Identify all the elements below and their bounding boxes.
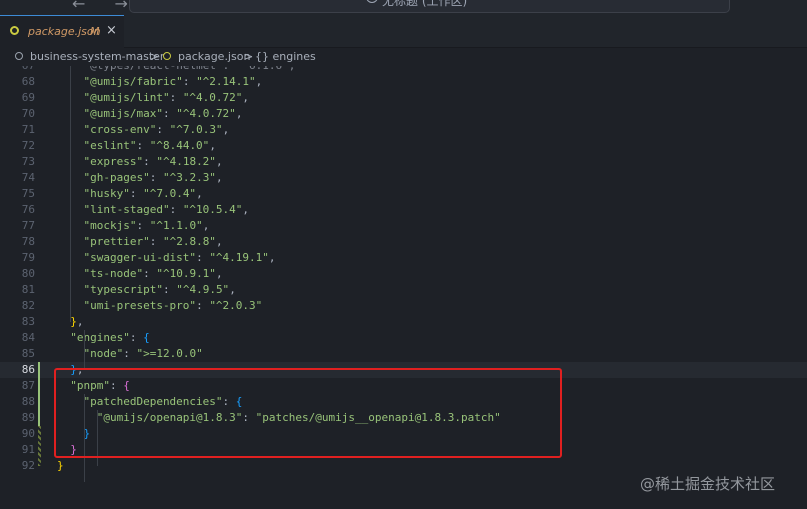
code-text: "eslint": "^8.44.0", [83,139,216,152]
code-line[interactable]: 82 "umi-presets-pro": "^2.0.3" [0,298,807,314]
code-line[interactable]: 78 "prettier": "^2.8.8", [0,234,807,250]
code-line[interactable]: 67 "@types/react-helmet": "^6.1.6", [0,66,807,74]
indent-guide [70,66,71,322]
code-text: "prettier": "^2.8.8", [83,235,223,248]
code-line[interactable]: 71 "cross-env": "^7.0.3", [0,122,807,138]
line-number: 86 [21,363,35,376]
line-number: 80 [21,267,35,280]
annotation-box [54,368,562,458]
watermark: @稀土掘金技术社区 [640,475,776,493]
line-number: 76 [21,203,35,216]
line-number: 83 [21,315,35,328]
line-number: 70 [21,107,35,120]
breadcrumb-file[interactable]: package.json [178,50,250,63]
line-number: 92 [21,459,35,472]
code-text: "gh-pages": "^3.2.3", [83,171,223,184]
git-added-marker [38,362,40,426]
code-line[interactable]: 84 "engines": { [0,330,807,346]
line-number: 77 [21,219,35,232]
git-modified-marker [38,426,41,466]
json-file-icon [10,26,19,35]
code-text: "ts-node": "^10.9.1", [83,267,223,280]
indent-guide [84,330,85,370]
line-number: 90 [21,427,35,440]
code-text: "typescript": "^4.9.5", [83,283,236,296]
code-text: "@umijs/fabric": "^2.14.1", [83,75,263,88]
code-text: }, [70,315,84,328]
code-line[interactable]: 85 "node": ">=12.0.0" [0,346,807,362]
code-line[interactable]: 77 "mockjs": "^1.1.0", [0,218,807,234]
line-number: 73 [21,155,35,168]
line-number: 69 [21,91,35,104]
search-text: 无标题 (工作区) [382,0,468,8]
line-number: 81 [21,283,35,296]
code-text: "umi-presets-pro": "^2.0.3" [83,299,263,312]
code-line[interactable]: 74 "gh-pages": "^3.2.3", [0,170,807,186]
code-line[interactable]: 80 "ts-node": "^10.9.1", [0,266,807,282]
line-number: 91 [21,443,35,456]
code-line[interactable]: 68 "@umijs/fabric": "^2.14.1", [0,74,807,90]
command-center-search[interactable]: 无标题 (工作区) [129,0,730,13]
code-text: "swagger-ui-dist": "^4.19.1", [83,251,276,264]
code-text: "@umijs/lint": "^4.0.72", [83,91,250,104]
code-text: "mockjs": "^1.1.0", [83,219,210,232]
folder-icon [15,52,23,60]
code-line[interactable]: 70 "@umijs/max": "^4.0.72", [0,106,807,122]
editor-tab-bar: package.json M × [0,15,807,48]
code-line[interactable]: 75 "husky": "^7.0.4", [0,186,807,202]
close-icon[interactable]: × [106,23,117,38]
line-number: 71 [21,123,35,136]
json-file-icon [163,52,171,60]
breadcrumb-folder[interactable]: business-system-master [30,50,164,63]
line-number: 67 [5,66,35,74]
line-number: 88 [21,395,35,408]
line-number: 84 [21,331,35,344]
code-line[interactable]: 92} [0,458,807,474]
code-text: "engines": { [70,331,150,344]
code-line[interactable]: 76 "lint-staged": "^10.5.4", [0,202,807,218]
code-line[interactable]: 83}, [0,314,807,330]
code-line[interactable]: 73 "express": "^4.18.2", [0,154,807,170]
line-number: 78 [21,235,35,248]
line-number: 68 [21,75,35,88]
code-text: "node": ">=12.0.0" [83,347,203,360]
code-line[interactable]: 79 "swagger-ui-dist": "^4.19.1", [0,250,807,266]
code-text: "husky": "^7.0.4", [83,187,203,200]
code-text: "cross-env": "^7.0.3", [83,123,230,136]
breadcrumb-separator: > [244,50,254,63]
line-number: 79 [21,251,35,264]
modified-badge: M [90,25,100,38]
code-line[interactable]: 69 "@umijs/lint": "^4.0.72", [0,90,807,106]
line-number: 85 [21,347,35,360]
code-text: "express": "^4.18.2", [83,155,223,168]
code-text: "@types/react-helmet": "^6.1.6", [57,66,295,74]
code-text: "@umijs/max": "^4.0.72", [83,107,243,120]
code-line[interactable]: 72 "eslint": "^8.44.0", [0,138,807,154]
breadcrumb-separator: > [150,50,160,63]
search-icon [366,0,378,3]
line-number: 87 [21,379,35,392]
line-number: 72 [21,139,35,152]
code-line[interactable]: 81 "typescript": "^4.9.5", [0,282,807,298]
line-number: 89 [21,411,35,424]
line-number: 75 [21,187,35,200]
code-text: "lint-staged": "^10.5.4", [83,203,250,216]
line-number: 82 [21,299,35,312]
line-number: 74 [21,171,35,184]
code-text: } [57,459,64,472]
breadcrumb: business-system-master > package.json > … [0,48,807,66]
tab-package-json[interactable]: package.json M × [0,15,124,48]
title-bar: ← → 无标题 (工作区) [0,0,807,15]
breadcrumb-symbol[interactable]: {} engines [255,50,316,63]
